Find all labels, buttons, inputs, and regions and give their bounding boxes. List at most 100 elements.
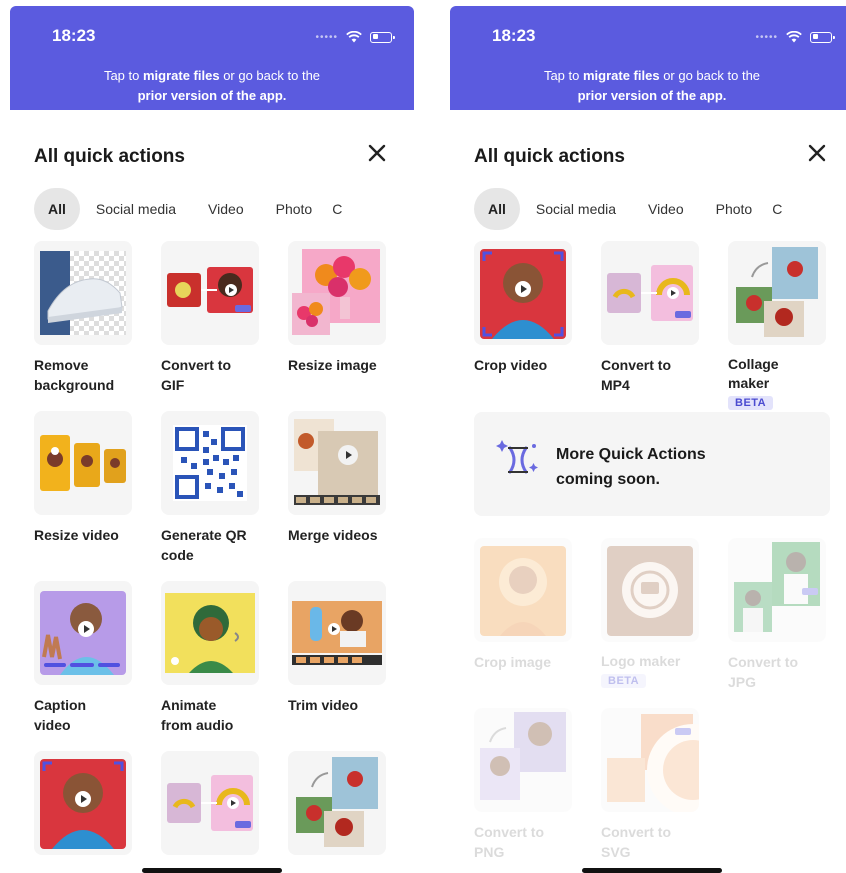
- tile-crop-video[interactable]: Crop video: [474, 241, 572, 375]
- home-indicator[interactable]: [142, 868, 282, 873]
- tile-collage-maker[interactable]: Collage maker BETA: [728, 241, 826, 411]
- animate-audio-thumbnail: [161, 581, 259, 685]
- coming-soon-card: More Quick Actions coming soon.: [474, 412, 830, 516]
- tile-label: Caption video: [34, 697, 87, 733]
- tile-label: Animate from audio: [161, 697, 234, 733]
- tile-convert-to-png: Convert to PNG: [474, 708, 572, 862]
- tile-resize-video[interactable]: Resize video: [34, 411, 132, 545]
- convert-png-thumbnail: [474, 708, 572, 812]
- tab-all[interactable]: All: [474, 188, 520, 230]
- tile-convert-to-mp4[interactable]: Convert to MP4: [601, 241, 699, 395]
- status-icons: •••••: [755, 30, 835, 44]
- caption-video-thumbnail: [34, 581, 132, 685]
- migrate-banner[interactable]: 18:23 ••••• Tap to migrate files or go b…: [10, 6, 414, 110]
- tab-video[interactable]: Video: [632, 188, 700, 230]
- category-tabs: All Social media Video Photo C: [474, 188, 784, 230]
- sheet-title: All quick actions: [474, 146, 625, 167]
- tile-crop-video[interactable]: [34, 751, 132, 873]
- status-clock: 18:23: [52, 26, 96, 45]
- beta-badge: BETA: [728, 396, 774, 410]
- signal-icon: •••••: [315, 31, 338, 43]
- tab-photo[interactable]: Photo: [700, 188, 769, 230]
- category-tabs: All Social media Video Photo C: [34, 188, 344, 230]
- banner-prefix: Tap to: [543, 68, 583, 83]
- tile-trim-video[interactable]: Trim video: [288, 581, 386, 715]
- phone-screen-left: 18:23 ••••• Tap to migrate files or go b…: [10, 0, 414, 873]
- tile-caption-video[interactable]: Caption video: [34, 581, 132, 735]
- tile-label: Crop video: [474, 357, 548, 373]
- tile-label: Collage maker: [728, 356, 779, 391]
- coming-soon-text: More Quick Actions coming soon.: [556, 446, 706, 488]
- sparkle-hourglass-icon: [496, 440, 538, 474]
- tile-generate-qr-code[interactable]: Generate QR code: [161, 411, 259, 565]
- tile-convert-to-jpg: Convert to JPG: [728, 538, 826, 692]
- tile-label: Trim video: [288, 697, 359, 713]
- sheet-title: All quick actions: [34, 146, 185, 167]
- tile-convert-to-mp4[interactable]: [161, 751, 259, 873]
- logo-maker-thumbnail: [601, 538, 699, 642]
- signal-icon: •••••: [755, 31, 778, 43]
- collage-maker-thumbnail: [288, 751, 386, 855]
- close-button[interactable]: [802, 138, 832, 168]
- tile-logo-maker: Logo maker BETA: [601, 538, 699, 689]
- banner-middle: or go back to the: [219, 68, 321, 83]
- resize-image-thumbnail: [288, 241, 386, 345]
- status-icons: •••••: [315, 30, 395, 44]
- convert-mp4-thumbnail: [601, 241, 699, 345]
- tile-resize-image[interactable]: Resize image: [288, 241, 386, 375]
- close-icon: [368, 144, 386, 162]
- tab-photo[interactable]: Photo: [260, 188, 329, 230]
- tab-next[interactable]: C: [768, 188, 784, 230]
- tile-label: [34, 865, 132, 873]
- tile-collage-maker[interactable]: [288, 751, 386, 873]
- crop-video-thumbnail: [474, 241, 572, 345]
- phone-screen-right: 18:23 ••••• Tap to migrate files or go b…: [450, 0, 846, 873]
- prior-version-link[interactable]: prior version of the app.: [138, 88, 287, 103]
- remove-background-thumbnail: [34, 241, 132, 345]
- trim-video-thumbnail: [288, 581, 386, 685]
- tile-label: Crop image: [474, 654, 552, 670]
- tile-label: Convert to SVG: [601, 824, 671, 860]
- wifi-icon: [786, 31, 802, 43]
- tile-merge-videos[interactable]: Merge videos: [288, 411, 386, 545]
- tile-animate-from-audio[interactable]: Animate from audio: [161, 581, 259, 735]
- migrate-files-link[interactable]: migrate files: [143, 68, 220, 83]
- banner-message: Tap to migrate files or go back to the p…: [450, 66, 846, 106]
- banner-message: Tap to migrate files or go back to the p…: [10, 66, 414, 106]
- tile-label: Convert to PNG: [474, 824, 544, 860]
- tile-label: [288, 865, 386, 873]
- battery-icon: [370, 31, 395, 43]
- migrate-banner[interactable]: 18:23 ••••• Tap to migrate files or go b…: [450, 6, 846, 110]
- beta-badge: BETA: [601, 674, 647, 688]
- tile-label: Logo maker: [601, 653, 681, 669]
- convert-jpg-thumbnail: [728, 538, 826, 642]
- tile-convert-to-svg: Convert to SVG: [601, 708, 699, 862]
- convert-svg-thumbnail: [601, 708, 699, 812]
- merge-videos-thumbnail: [288, 411, 386, 515]
- tile-convert-to-gif[interactable]: Convert to GIF: [161, 241, 259, 395]
- close-icon: [808, 144, 826, 162]
- tab-social-media[interactable]: Social media: [520, 188, 632, 230]
- tile-crop-image: Crop image: [474, 538, 572, 672]
- crop-image-thumbnail: [474, 538, 572, 642]
- wifi-icon: [346, 31, 362, 43]
- tile-remove-background[interactable]: Remove background: [34, 241, 132, 395]
- close-button[interactable]: [362, 138, 392, 168]
- tab-all[interactable]: All: [34, 188, 80, 230]
- tile-label: Convert to GIF: [161, 357, 231, 393]
- banner-prefix: Tap to: [103, 68, 143, 83]
- tab-social-media[interactable]: Social media: [80, 188, 192, 230]
- prior-version-link[interactable]: prior version of the app.: [578, 88, 727, 103]
- tile-label: Remove background: [34, 357, 115, 393]
- migrate-files-link[interactable]: migrate files: [583, 68, 660, 83]
- tile-label: Merge videos: [288, 527, 378, 543]
- tile-label: Convert to MP4: [601, 357, 671, 393]
- convert-mp4-thumbnail: [161, 751, 259, 855]
- resize-video-thumbnail: [34, 411, 132, 515]
- tile-label: Resize image: [288, 357, 377, 373]
- tab-next[interactable]: C: [328, 188, 344, 230]
- qr-code-thumbnail: [161, 411, 259, 515]
- home-indicator[interactable]: [582, 868, 722, 873]
- tile-label: Resize video: [34, 527, 119, 543]
- tab-video[interactable]: Video: [192, 188, 260, 230]
